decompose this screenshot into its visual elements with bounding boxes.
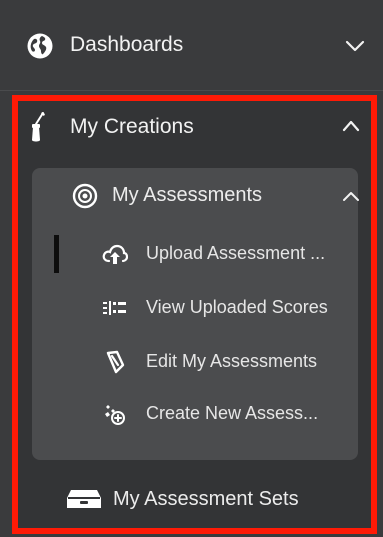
nav-item-my-assessment-sets[interactable]: My Assessment Sets bbox=[18, 476, 371, 522]
nav-subitem-create-new-assessment[interactable]: Create New Assess... bbox=[32, 392, 358, 436]
tray-icon bbox=[66, 488, 102, 510]
nav-item-dashboards[interactable]: Dashboards bbox=[0, 18, 383, 74]
nav-item-label: My Assessment Sets bbox=[113, 488, 299, 510]
nav-subitem-upload-assessment[interactable]: Upload Assessment ... bbox=[32, 232, 358, 276]
chevron-down-icon[interactable] bbox=[344, 38, 366, 54]
nav-item-label: My Assessments bbox=[112, 184, 263, 206]
nav-item-my-assessments[interactable]: My Assessments bbox=[32, 172, 360, 220]
chevron-up-icon[interactable] bbox=[342, 190, 360, 202]
nav-item-label: My Creations bbox=[70, 115, 194, 138]
nav-item-my-creations[interactable]: My Creations bbox=[18, 101, 371, 157]
divider bbox=[0, 90, 383, 91]
edit-icon bbox=[102, 350, 128, 374]
create-new-icon bbox=[102, 402, 128, 426]
nav-item-label: View Uploaded Scores bbox=[146, 297, 328, 317]
list-view-icon bbox=[102, 296, 128, 320]
globe-icon bbox=[26, 32, 54, 60]
sidebar-nav: Dashboards My Creations My Assessments U… bbox=[0, 0, 383, 537]
chevron-up-icon[interactable] bbox=[341, 119, 361, 133]
nav-item-label: Dashboards bbox=[70, 33, 184, 56]
nav-subitem-edit-my-assessments[interactable]: Edit My Assessments bbox=[32, 340, 358, 384]
nav-item-label: Create New Assess... bbox=[146, 403, 319, 423]
cloud-upload-icon bbox=[102, 242, 128, 266]
nav-item-label: Edit My Assessments bbox=[146, 351, 318, 371]
target-icon bbox=[72, 183, 98, 209]
nav-subitem-view-uploaded-scores[interactable]: View Uploaded Scores bbox=[32, 286, 358, 330]
brush-icon bbox=[29, 111, 47, 143]
nav-item-label: Upload Assessment ... bbox=[146, 243, 326, 263]
